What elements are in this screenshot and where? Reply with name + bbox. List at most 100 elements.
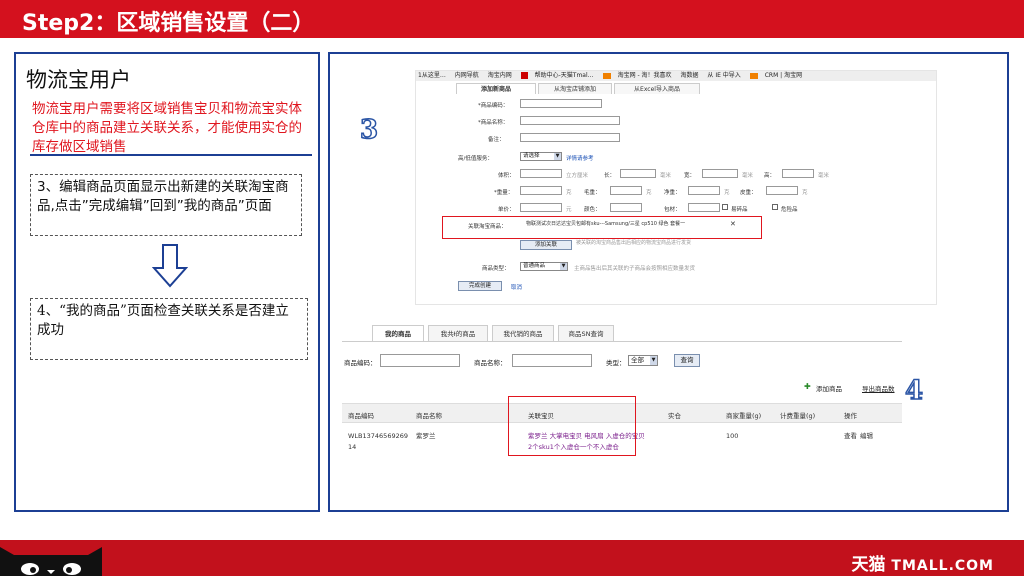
search-button[interactable]: 查询: [674, 354, 700, 367]
type-select-value: 普通商品: [523, 263, 546, 269]
remove-link-icon[interactable]: ✕: [730, 220, 736, 228]
tab-add-new[interactable]: 添加新商品: [456, 83, 536, 94]
bookmark-item[interactable]: 1从这里…: [418, 72, 446, 79]
row-code: WLB1374656926914: [348, 432, 408, 451]
my-products-screenshot: 我的商品 我共Ɨ的商品 我代销的商品 商品SN查询 商品编码： 商品名称： 类型…: [342, 323, 902, 463]
edit-product-screenshot: 1从这里… 内网导航 淘宝内网 帮助中心-天猫Tmal… 淘宝网 - 淘！我喜欢…: [415, 70, 937, 305]
tab-sn-query[interactable]: 商品SN查询: [558, 325, 614, 341]
net-weight-label: 净重：: [664, 190, 681, 196]
add-product-button[interactable]: 添加商品: [816, 383, 842, 393]
remark-input[interactable]: [520, 133, 620, 142]
bookmark-item[interactable]: 从 IE 中导入: [707, 72, 740, 79]
taobao-icon: [749, 72, 758, 79]
bookmark-bar: 1从这里… 内网导航 淘宝内网 帮助中心-天猫Tmal… 淘宝网 - 淘！我喜欢…: [416, 71, 936, 81]
net-weight-unit: 克: [724, 190, 730, 196]
cancel-link[interactable]: 取消: [511, 283, 522, 291]
length-input[interactable]: [620, 169, 656, 178]
bookmark-item[interactable]: 淘宝内网: [488, 72, 512, 79]
danger-checkbox[interactable]: [772, 204, 778, 210]
net-weight-input[interactable]: [688, 186, 720, 195]
name-label: *商品名称：: [478, 120, 509, 126]
step4-box: 4、“我的商品”页面检查关联关系是否建立成功: [30, 298, 308, 360]
tab-from-excel[interactable]: 从Excel导入商品: [614, 83, 700, 94]
edit-link[interactable]: 编辑: [860, 431, 873, 442]
tare-weight-input[interactable]: [766, 186, 798, 195]
service-label: 高/低值服务：: [458, 156, 493, 162]
col-actions: 操作: [844, 412, 857, 420]
width-label: 宽：: [684, 173, 696, 179]
weight-label: *重量：: [494, 190, 514, 196]
col-warehouse: 实仓: [668, 412, 681, 420]
export-link[interactable]: 导出商品数: [862, 383, 895, 393]
brand-en: TMALL.COM: [891, 558, 994, 574]
tab-divider: [342, 341, 902, 342]
price-unit: 元: [566, 207, 572, 213]
filter-name-input[interactable]: [512, 354, 592, 367]
col-code: 商品编码: [348, 412, 374, 420]
gross-weight-label: 毛重：: [584, 190, 601, 196]
view-link[interactable]: 查看: [844, 431, 857, 442]
chevron-down-icon: ▼: [554, 153, 561, 160]
col-name: 商品名称: [416, 412, 442, 420]
length-unit: 毫米: [660, 173, 672, 179]
bookmark-item[interactable]: 淘宝网 - 淘！我喜欢: [618, 72, 672, 79]
filter-type-value: 全部: [631, 356, 644, 364]
bookmark-item[interactable]: CRM | 淘宝网: [765, 72, 802, 79]
color-input[interactable]: [610, 203, 642, 212]
code-input[interactable]: [520, 99, 602, 108]
add-icon: ✚: [804, 382, 811, 391]
width-input[interactable]: [702, 169, 738, 178]
pack-input[interactable]: [688, 203, 720, 212]
brand-logo: 天猫 TMALL.COM: [851, 550, 994, 575]
fragile-checkbox[interactable]: [722, 204, 728, 210]
taobao-icon: [602, 72, 611, 79]
volume-label: 体积：: [498, 173, 515, 179]
type-select[interactable]: 普通商品 ▼: [520, 262, 568, 271]
name-input[interactable]: [520, 116, 620, 125]
left-panel: 物流宝用户 物流宝用户需要将区域销售宝贝和物流宝实体仓库中的商品建立关联关系，才…: [14, 52, 320, 512]
filter-code-input[interactable]: [380, 354, 460, 367]
tab-from-store[interactable]: 从淘宝店铺添加: [538, 83, 612, 94]
gross-weight-input[interactable]: [610, 186, 642, 195]
linked-item-text: 物联测试次日达达宝贝包邮有sku---Samsung/三星 cp510 绿色 套…: [526, 221, 686, 227]
price-input[interactable]: [520, 203, 562, 212]
bookmark-item[interactable]: 内网导航: [455, 72, 479, 79]
step-marker-3: 3: [359, 114, 379, 146]
weight-input[interactable]: [520, 186, 562, 195]
type-label: 商品类型：: [482, 266, 510, 272]
height-input[interactable]: [782, 169, 814, 178]
service-hint-link[interactable]: 详情请参考: [566, 154, 594, 162]
weight-unit: 克: [566, 190, 572, 196]
service-select-value: 请选择: [523, 153, 540, 159]
tab-shared-products[interactable]: 我共Ɨ的商品: [428, 325, 488, 341]
bookmark-item[interactable]: 淘数据: [680, 72, 698, 79]
filter-type-select[interactable]: 全部 ▼: [628, 355, 658, 366]
tab-consign-products[interactable]: 我代销的商品: [492, 325, 554, 341]
width-unit: 毫米: [742, 173, 754, 179]
code-label: *商品编码：: [478, 103, 509, 109]
linked-column-highlight: [508, 396, 636, 456]
tab-my-products[interactable]: 我的商品: [372, 325, 424, 341]
tmall-cat-logo-icon: [0, 547, 102, 576]
service-select[interactable]: 请选择 ▼: [520, 152, 562, 161]
col-billing-weight: 计费重量(g): [780, 412, 816, 420]
chevron-down-icon: ▼: [650, 356, 657, 365]
volume-unit: 立方厘米: [566, 173, 589, 179]
height-label: 高：: [764, 173, 776, 179]
title-bar: Step2：区域销售设置（二）: [0, 0, 1024, 38]
pack-label: 包材：: [664, 207, 681, 213]
down-arrow-icon: [152, 244, 188, 288]
row-name: 紫罗兰: [416, 432, 436, 440]
tare-weight-unit: 克: [802, 190, 808, 196]
danger-label: 危险品: [781, 207, 798, 213]
bookmark-item[interactable]: 帮助中心-天猫Tmal…: [535, 72, 594, 79]
add-link-button[interactable]: 添加关联: [520, 240, 572, 250]
finish-create-button[interactable]: 完成创建: [458, 281, 502, 291]
volume-input[interactable]: [520, 169, 562, 178]
brand-cn: 天猫: [851, 555, 886, 575]
gross-weight-unit: 克: [646, 190, 652, 196]
chevron-down-icon: ▼: [560, 263, 567, 270]
link-label: 关联淘宝商品：: [468, 224, 507, 230]
filter-code-label: 商品编码：: [344, 359, 377, 367]
fragile-label: 易碎品: [731, 207, 748, 213]
